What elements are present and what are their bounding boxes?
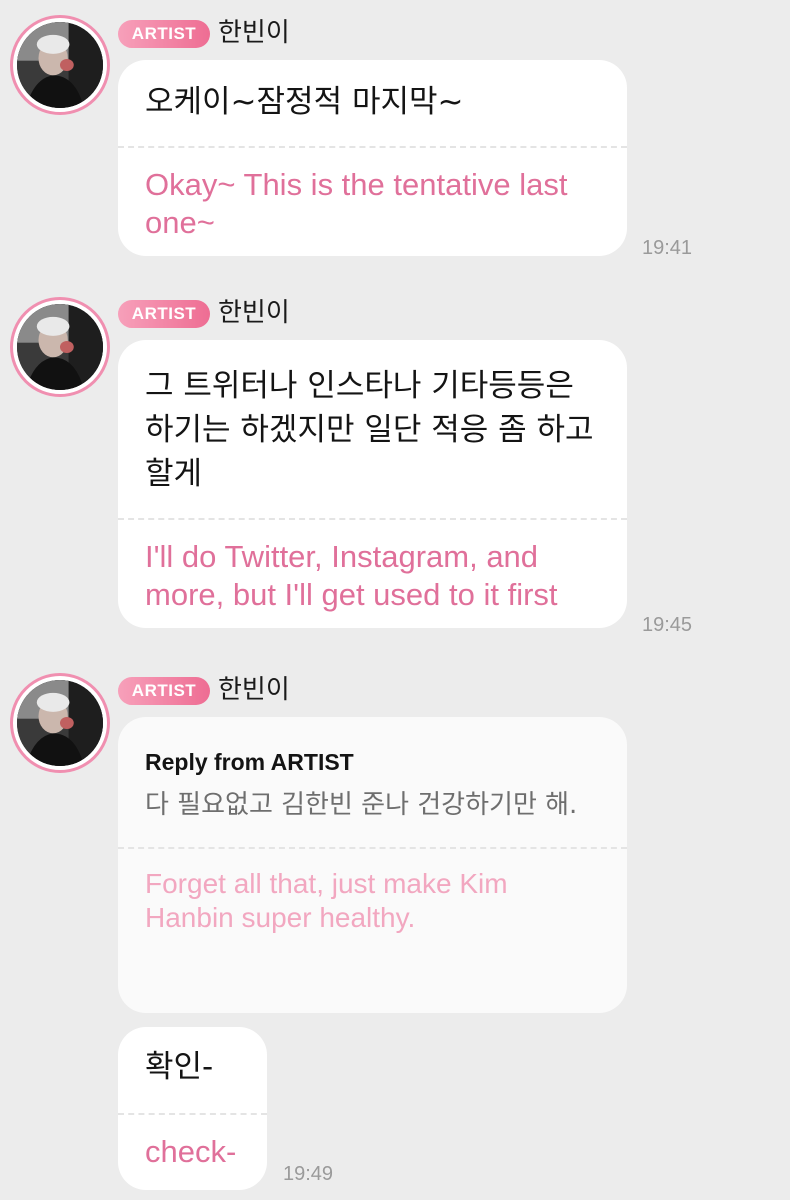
artist-avatar[interactable] (10, 673, 110, 773)
original-text: 오케이~잠정적 마지막~ (145, 84, 464, 120)
avatar-photo-icon (17, 680, 103, 766)
artist-avatar[interactable] (10, 297, 110, 397)
avatar-photo-icon (17, 22, 103, 108)
reply-original-text: 다 필요없고 김한빈 준나 건강하기만 해. (145, 790, 578, 820)
avatar-photo-icon (17, 304, 103, 390)
translation-text: Okay~ This is the tentative last one~ (145, 167, 568, 240)
timestamp: 19:45 (642, 614, 693, 636)
translation-text: check- (145, 1134, 237, 1169)
username[interactable]: 한빈이 (218, 298, 290, 328)
reply-heading: Reply from ARTIST (145, 749, 354, 775)
timestamp: 19:49 (283, 1163, 334, 1185)
message-bubble[interactable]: 오케이~잠정적 마지막~ Okay~ This is the tentative… (118, 60, 627, 256)
message-bubble[interactable]: 확인- check- (118, 1027, 267, 1190)
message-bubble[interactable]: 그 트위터나 인스타나 기타등등은 하기는 하겠지만 일단 적응 좀 하고 할게… (118, 340, 627, 628)
original-text: 확인- (145, 1049, 214, 1085)
artist-avatar[interactable] (10, 15, 110, 115)
reply-bubble[interactable]: Reply from ARTIST 다 필요없고 김한빈 준나 건강하기만 해.… (118, 717, 627, 1013)
artist-badge: ARTIST (118, 20, 210, 48)
username[interactable]: 한빈이 (218, 675, 290, 705)
original-text: 그 트위터나 인스타나 기타등등은 하기는 하겠지만 일단 적응 좀 하고 할게 (145, 368, 594, 492)
translation-text: I'll do Twitter, Instagram, and more, bu… (145, 539, 558, 612)
artist-badge: ARTIST (118, 677, 210, 705)
timestamp: 19:41 (642, 237, 693, 259)
artist-badge: ARTIST (118, 300, 210, 328)
username[interactable]: 한빈이 (218, 18, 290, 48)
reply-translation-text: Forget all that, just make Kim Hanbin su… (145, 868, 508, 933)
